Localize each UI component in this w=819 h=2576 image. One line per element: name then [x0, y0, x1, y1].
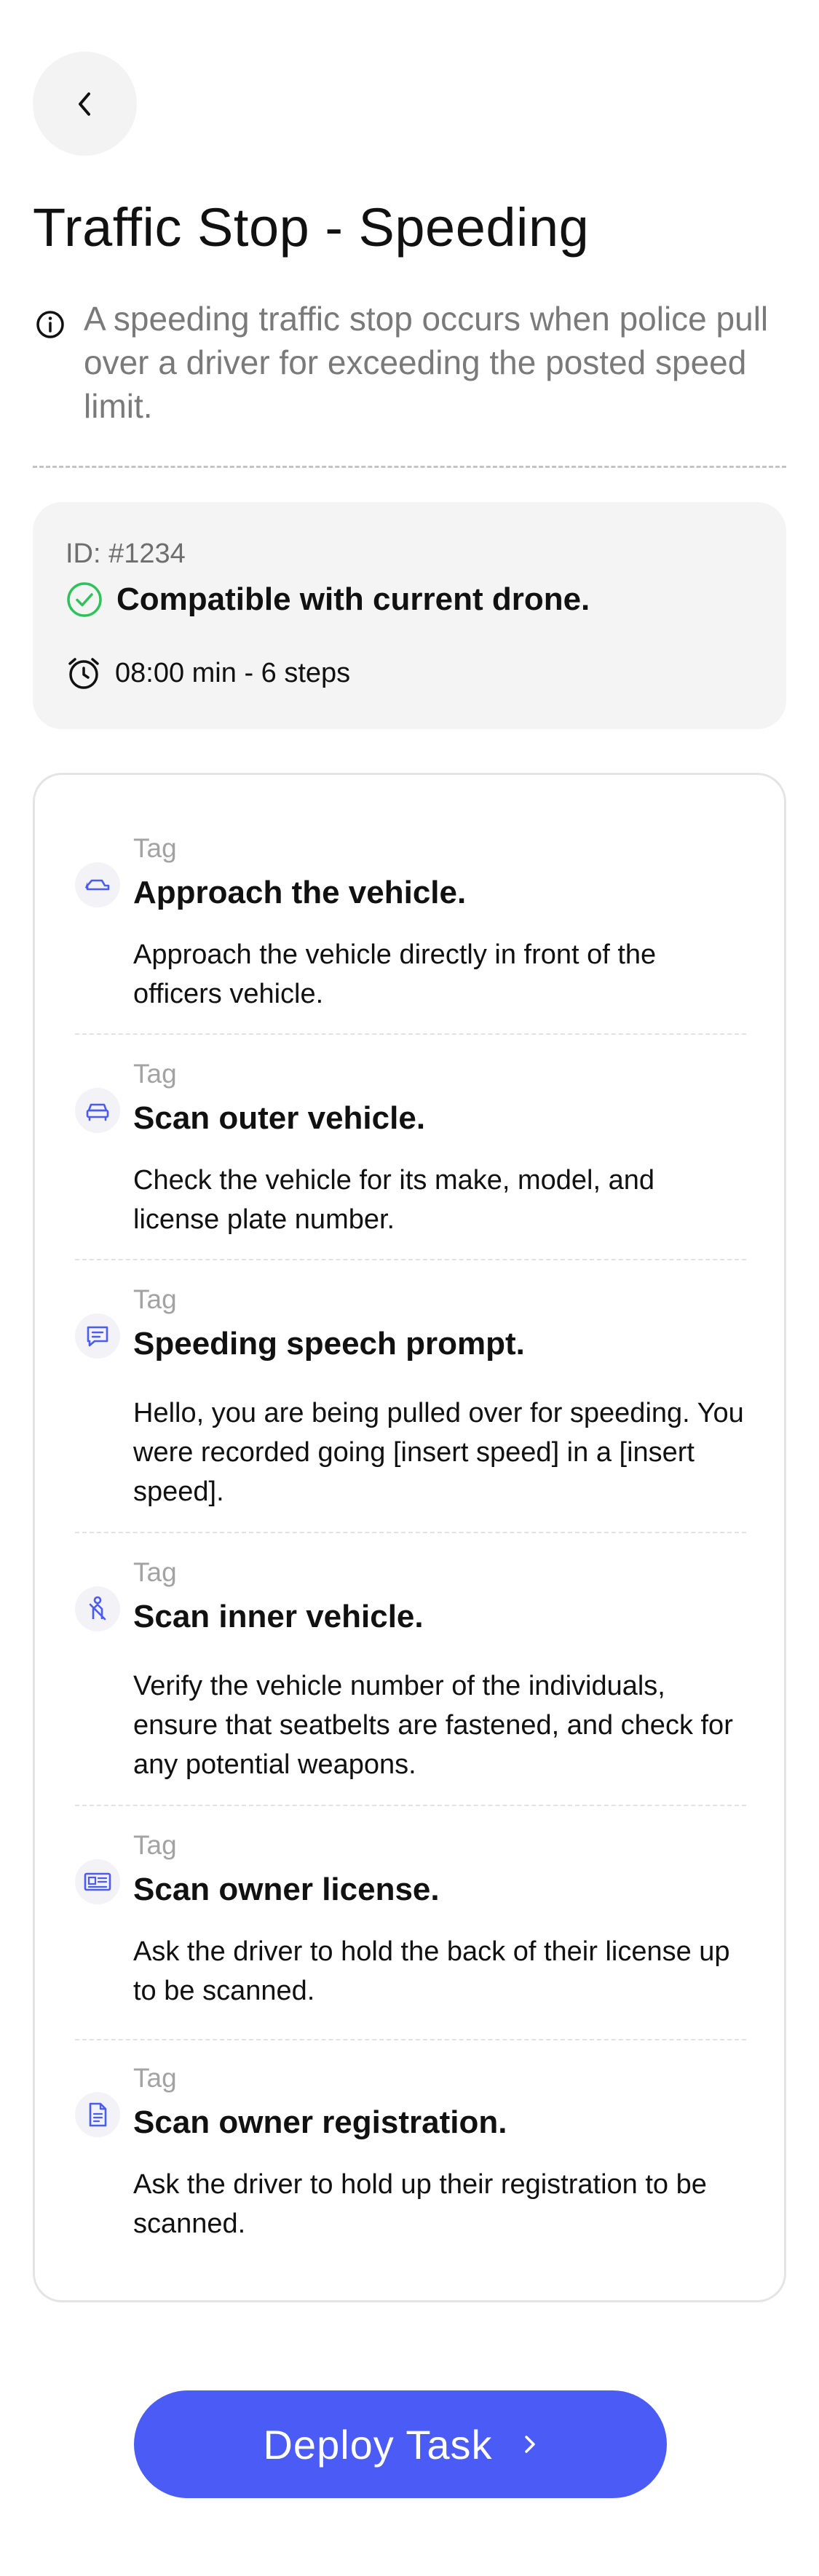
step-description: Approach the vehicle directly in front o…	[133, 939, 657, 1009]
compatibility-row: Compatible with current drone.	[66, 581, 590, 619]
check-circle-icon	[67, 582, 102, 617]
step-description: Ask the driver to hold the back of their…	[133, 1936, 730, 2006]
step-title: Speeding speech prompt.	[133, 1326, 525, 1361]
step-divider	[75, 1805, 746, 1806]
step-description: Hello, you are being pulled over for spe…	[133, 1398, 744, 1507]
back-button[interactable]	[33, 52, 137, 156]
step-tag: Tag	[133, 1059, 177, 1089]
step-divider	[75, 1259, 746, 1260]
step-tag: Tag	[133, 1830, 177, 1860]
step-divider	[75, 1033, 746, 1035]
step-item[interactable]: Tag Scan owner registration. Ask the dri…	[75, 2063, 746, 2239]
step-tag: Tag	[133, 833, 177, 863]
divider	[33, 466, 786, 468]
step-item[interactable]: Tag Scan outer vehicle. Check the vehicl…	[75, 1059, 746, 1235]
step-divider	[75, 1532, 746, 1533]
chevron-left-icon	[78, 92, 90, 116]
step-title: Approach the vehicle.	[133, 875, 467, 910]
duration-steps: 08:00 min - 6 steps	[115, 657, 351, 688]
step-description: Check the vehicle for its make, model, a…	[133, 1165, 655, 1235]
step-tag: Tag	[133, 1557, 177, 1587]
step-title: Scan outer vehicle.	[133, 1100, 426, 1136]
info-icon	[36, 311, 64, 338]
step-tag: Tag	[133, 1284, 177, 1314]
seatbelt-icon	[75, 1586, 120, 1631]
step-description: Ask the driver to hold up their registra…	[133, 2169, 707, 2239]
deploy-task-button[interactable]: Deploy Task	[134, 2390, 667, 2498]
step-title: Scan owner registration.	[133, 2104, 507, 2140]
step-item[interactable]: Tag Scan owner license. Ask the driver t…	[75, 1830, 746, 2006]
task-id: ID: #1234	[66, 538, 186, 569]
step-title: Scan inner vehicle.	[133, 1599, 424, 1634]
task-info-card: ID: #1234 Compatible with current drone.…	[33, 502, 786, 729]
car-side-icon	[75, 862, 120, 907]
alarm-clock-icon	[68, 658, 99, 689]
step-description: Verify the vehicle number of the individ…	[133, 1671, 733, 1780]
steps-list: Tag Approach the vehicle. Approach the v…	[33, 773, 786, 2302]
id-card-icon	[75, 1859, 120, 1904]
car-front-icon	[75, 1088, 120, 1133]
step-divider	[75, 2039, 746, 2040]
chevron-right-icon	[522, 2431, 538, 2457]
page-title: Traffic Stop - Speeding	[33, 197, 590, 258]
step-item[interactable]: Tag Speeding speech prompt. Hello, you a…	[75, 1284, 746, 1507]
deploy-task-label: Deploy Task	[263, 2421, 493, 2468]
task-description: A speeding traffic stop occurs when poli…	[84, 300, 769, 425]
step-tag: Tag	[133, 2063, 177, 2093]
step-item[interactable]: Tag Scan inner vehicle. Verify the vehic…	[75, 1557, 746, 1780]
chat-bubble-icon	[75, 1313, 120, 1359]
step-title: Scan owner license.	[133, 1872, 440, 1907]
description-row: A speeding traffic stop occurs when poli…	[33, 297, 775, 428]
duration-row: 08:00 min - 6 steps	[66, 655, 350, 691]
document-icon	[75, 2092, 120, 2137]
step-item[interactable]: Tag Approach the vehicle. Approach the v…	[75, 833, 746, 1009]
compatibility-status: Compatible with current drone.	[116, 581, 590, 617]
